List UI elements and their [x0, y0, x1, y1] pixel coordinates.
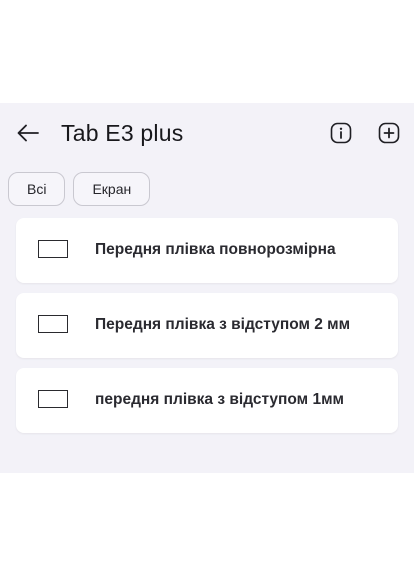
add-icon: [378, 122, 400, 144]
rectangle-outline-icon: [38, 315, 68, 333]
filter-chip-screen[interactable]: Екран: [73, 172, 151, 206]
arrow-left-icon: [17, 124, 39, 142]
app-panel: Tab E3 plus Всі Екран Передня плівка пов…: [0, 103, 414, 473]
list-item-label: Передня плівка повнорозмірна: [95, 241, 336, 258]
list-item-label: передня плівка з відступом 1мм: [95, 391, 344, 408]
info-icon: [330, 122, 352, 144]
rectangle-outline-icon: [38, 240, 68, 258]
add-button[interactable]: [375, 119, 403, 147]
list-item[interactable]: Передня плівка з відступом 2 мм: [16, 293, 398, 358]
list-item-label: Передня плівка з відступом 2 мм: [95, 316, 351, 333]
back-button[interactable]: [14, 119, 42, 147]
list-item[interactable]: Передня плівка повнорозмірна: [16, 218, 398, 283]
filter-chips: Всі Екран: [8, 172, 151, 206]
list-item[interactable]: передня плівка з відступом 1мм: [16, 368, 398, 433]
top-app-bar: Tab E3 plus: [0, 103, 414, 165]
rectangle-outline-icon: [38, 390, 68, 408]
info-button[interactable]: [327, 119, 355, 147]
page-title: Tab E3 plus: [61, 120, 184, 146]
filter-chip-all[interactable]: Всі: [8, 172, 66, 206]
